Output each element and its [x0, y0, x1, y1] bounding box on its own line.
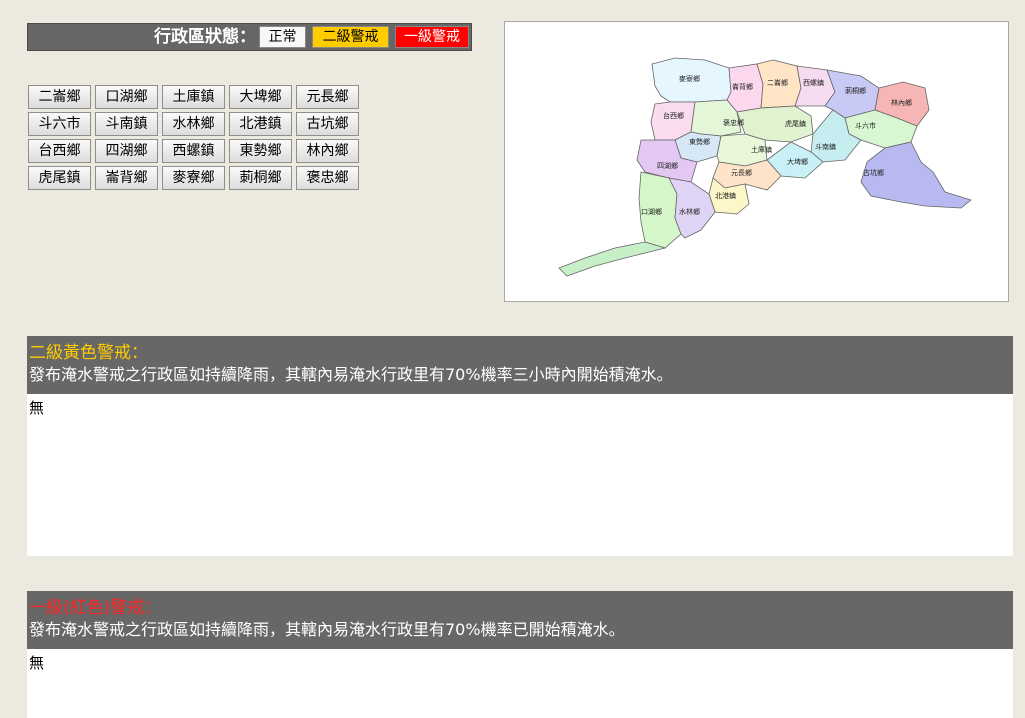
- map-label-dounan: 斗南鎮: [815, 142, 836, 151]
- district-button-huwei[interactable]: 虎尾鎮: [28, 166, 91, 190]
- district-button-douliu[interactable]: 斗六市: [28, 112, 91, 136]
- red-alert-title: 一級(紅色)警戒：: [29, 598, 162, 618]
- map-label-erlun: 二崙鄉: [767, 78, 788, 87]
- map-label-dongshi: 東勢鄉: [689, 137, 710, 146]
- yellow-alert-content: 無: [29, 399, 45, 417]
- district-button-erlun[interactable]: 二崙鄉: [28, 85, 91, 109]
- district-button-lunbei[interactable]: 崙背鄉: [95, 166, 158, 190]
- map-label-beigang: 北港鎮: [715, 191, 736, 200]
- map-label-lunbei: 崙背鄉: [732, 82, 753, 91]
- yellow-alert-body: 無: [27, 394, 1013, 556]
- map-label-yuanchang: 元長鄉: [731, 168, 752, 177]
- county-map-svg: 麥寮鄉 崙背鄉 二崙鄉 西螺鎮 莿桐鄉 林內鄉 台西鄉 褒忠鄉 虎尾鎮 斗六市 …: [558, 57, 972, 277]
- map-label-xiluo: 西螺鎮: [803, 78, 824, 87]
- red-alert-body: 無: [27, 649, 1013, 718]
- district-button-taixi[interactable]: 台西鄉: [28, 139, 91, 163]
- map-label-dapi: 大埤鄉: [787, 157, 808, 166]
- district-button-beigang[interactable]: 北港鎮: [229, 112, 292, 136]
- district-button-yuanchang[interactable]: 元長鄉: [296, 85, 359, 109]
- red-alert-content: 無: [29, 654, 45, 672]
- district-button-tuku[interactable]: 土庫鎮: [162, 85, 225, 109]
- yellow-alert-header: 二級黃色警戒： 發布淹水警戒之行政區如持續降雨，其轄內易淹水行政里有70%機率三…: [27, 336, 1013, 394]
- map-region-coastal-strip: [558, 241, 667, 277]
- county-map: 麥寮鄉 崙背鄉 二崙鄉 西螺鎮 莿桐鄉 林內鄉 台西鄉 褒忠鄉 虎尾鎮 斗六市 …: [504, 21, 1009, 302]
- status-title: 行政區狀態：: [154, 27, 256, 47]
- map-label-baozhong: 褒忠鄉: [723, 118, 744, 127]
- map-label-kouhu: 口湖鄉: [641, 207, 662, 216]
- legend-yellow-alert-button[interactable]: 二級警戒: [312, 26, 389, 48]
- district-button-mailiao[interactable]: 麥寮鄉: [162, 166, 225, 190]
- district-button-dongshi[interactable]: 東勢鄉: [229, 139, 292, 163]
- map-label-tuku: 土庫鎮: [751, 145, 772, 154]
- map-label-douliu: 斗六市: [855, 121, 876, 130]
- map-label-taixi: 台西鄉: [663, 111, 684, 120]
- map-label-mailiao: 麥寮鄉: [679, 74, 700, 83]
- status-legend-bar: 行政區狀態： 正常 二級警戒 一級警戒: [27, 23, 472, 51]
- map-region-dongshi[interactable]: [674, 131, 722, 163]
- map-label-citong: 莿桐鄉: [845, 86, 866, 95]
- yellow-alert-description: 發布淹水警戒之行政區如持續降雨，其轄內易淹水行政里有70%機率三小時內開始積淹水…: [29, 365, 673, 384]
- map-label-shuilin: 水林鄉: [679, 207, 700, 216]
- district-button-dounan[interactable]: 斗南鎮: [95, 112, 158, 136]
- district-button-kouhu[interactable]: 口湖鄉: [95, 85, 158, 109]
- district-button-grid: 二崙鄉 口湖鄉 土庫鎮 大埤鄉 元長鄉 斗六市 斗南鎮 水林鄉 北港鎮 古坑鄉 …: [28, 85, 359, 190]
- district-button-gukeng[interactable]: 古坑鄉: [296, 112, 359, 136]
- district-button-sihu[interactable]: 四湖鄉: [95, 139, 158, 163]
- map-label-linnei: 林內鄉: [891, 98, 912, 107]
- red-alert-description: 發布淹水警戒之行政區如持續降雨，其轄內易淹水行政里有70%機率已開始積淹水。: [29, 620, 625, 639]
- legend-red-alert-button[interactable]: 一級警戒: [395, 26, 469, 48]
- map-label-huwei: 虎尾鎮: [785, 119, 806, 128]
- legend-normal-button[interactable]: 正常: [259, 26, 306, 48]
- district-button-citong[interactable]: 莿桐鄉: [229, 166, 292, 190]
- yellow-alert-title: 二級黃色警戒：: [29, 343, 148, 363]
- red-alert-header: 一級(紅色)警戒： 發布淹水警戒之行政區如持續降雨，其轄內易淹水行政里有70%機…: [27, 591, 1013, 649]
- district-button-dapi[interactable]: 大埤鄉: [229, 85, 292, 109]
- district-button-shuilin[interactable]: 水林鄉: [162, 112, 225, 136]
- district-button-linnei[interactable]: 林內鄉: [296, 139, 359, 163]
- district-button-xiluo[interactable]: 西螺鎮: [162, 139, 225, 163]
- map-label-gukeng: 古坑鄉: [863, 168, 884, 177]
- map-label-sihu: 四湖鄉: [657, 161, 678, 170]
- district-button-baozhong[interactable]: 褒忠鄉: [296, 166, 359, 190]
